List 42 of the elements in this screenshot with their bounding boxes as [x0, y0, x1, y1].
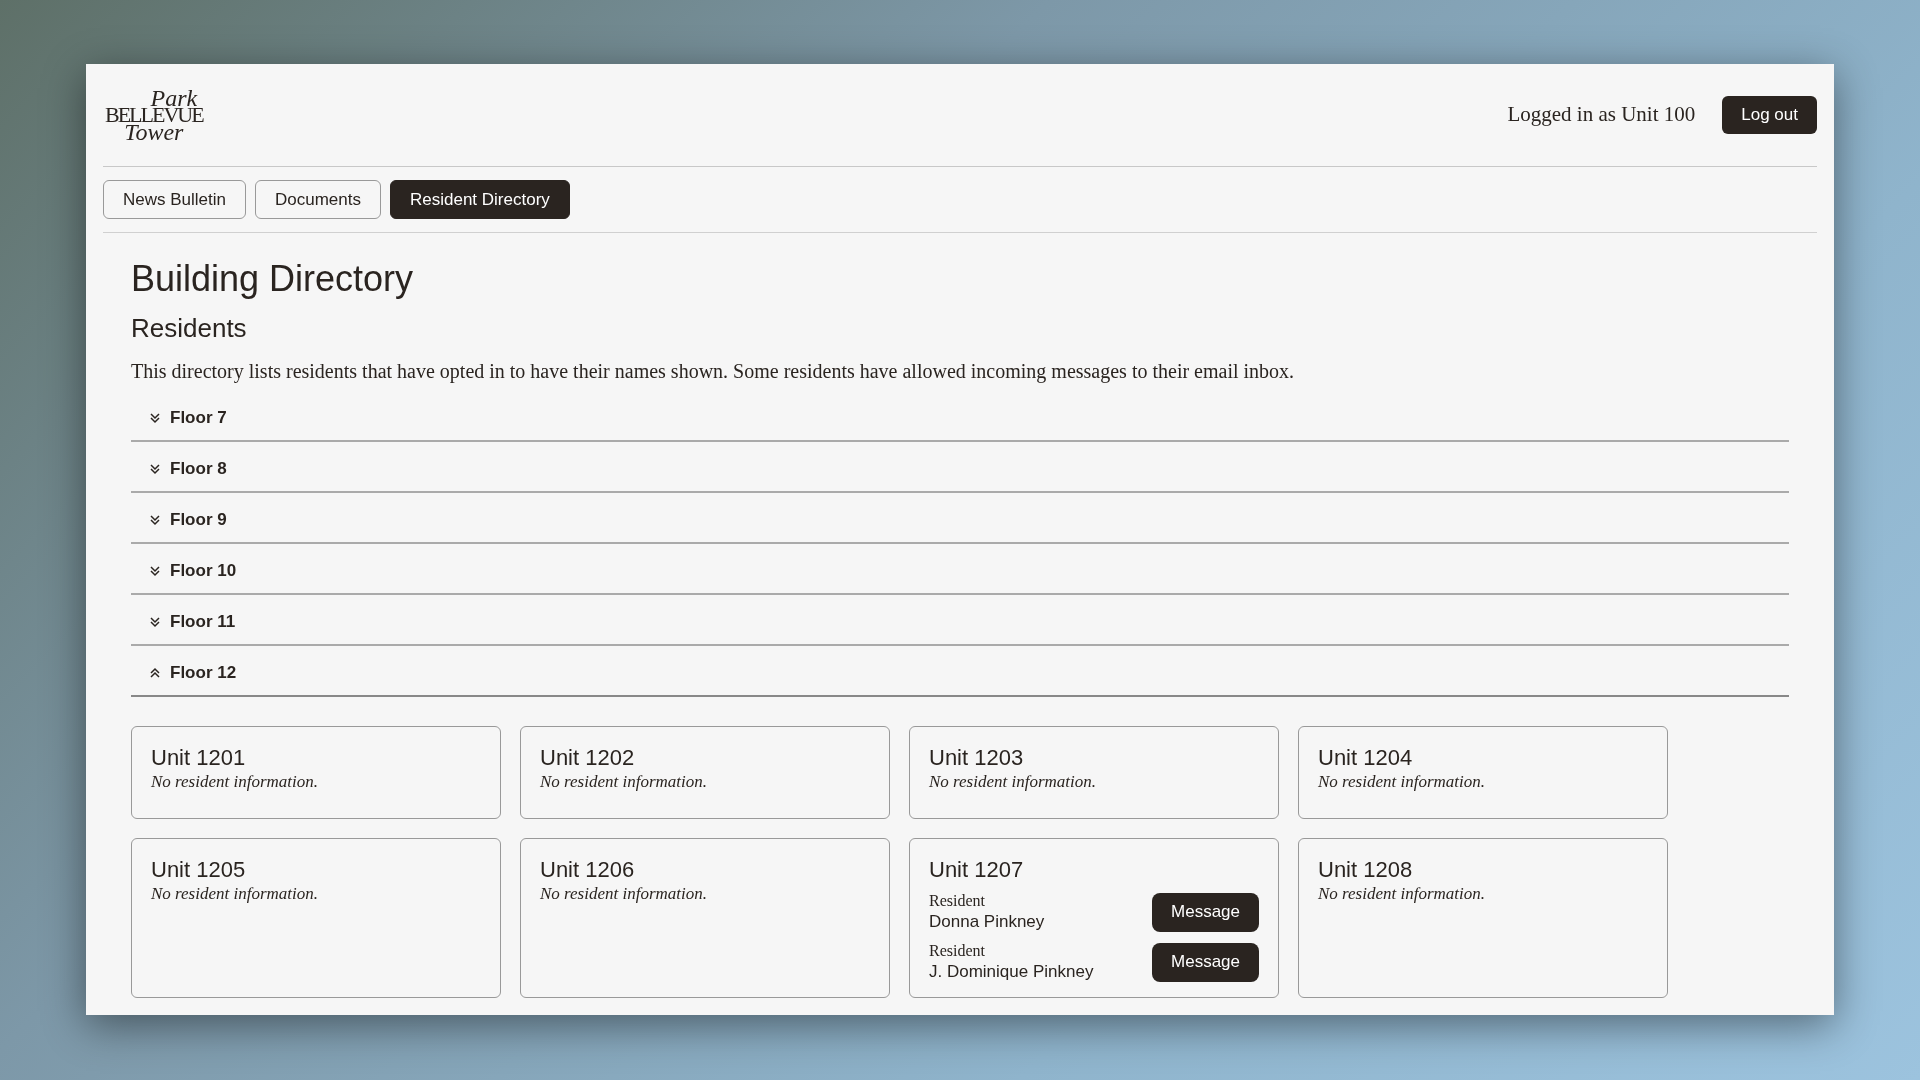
double-chevron-down-icon [149, 615, 161, 628]
empty-note: No resident information. [1318, 771, 1486, 793]
section-title: Residents [131, 312, 248, 345]
empty-note: No resident information. [1318, 883, 1486, 905]
floor-accordion-header[interactable]: Floor 10 [131, 544, 1789, 595]
unit-name: Unit 1202 [540, 745, 636, 771]
unit-name: Unit 1201 [151, 745, 247, 771]
nav-tab[interactable]: News Bulletin [103, 180, 246, 219]
logo: Park BELLEVUE Tower [104, 86, 203, 144]
logout-button[interactable]: Log out [1722, 96, 1817, 134]
resident-label: Resident [929, 941, 986, 961]
double-chevron-up-icon [149, 666, 161, 679]
double-chevron-down-icon [149, 462, 161, 475]
resident-label: Resident [929, 891, 986, 911]
page-title: Building Directory [131, 257, 415, 301]
floor-accordion-header[interactable]: Floor 8 [131, 442, 1789, 493]
directory-description: This directory lists residents that have opted in to have their names shown. Some residents have allowed incoming messages to their email inbox. [131, 359, 1296, 385]
nav-tab[interactable]: Documents [255, 180, 381, 219]
unit-name: Unit 1207 [929, 857, 1025, 883]
resident-name: Donna Pinkney [929, 911, 1045, 933]
double-chevron-down-icon [149, 411, 161, 424]
unit-name: Unit 1205 [151, 857, 247, 883]
empty-note: No resident information. [151, 771, 319, 793]
double-chevron-down-icon [149, 513, 161, 526]
floor-accordion-header[interactable]: Floor 11 [131, 595, 1789, 646]
resident-name: J. Dominique Pinkney [929, 961, 1094, 983]
unit-name: Unit 1203 [929, 745, 1025, 771]
message-button[interactable]: Message [1152, 942, 1259, 982]
unit-name: Unit 1206 [540, 857, 636, 883]
empty-note: No resident information. [929, 771, 1097, 793]
unit-name: Unit 1208 [1318, 857, 1414, 883]
empty-note: No resident information. [540, 883, 708, 905]
double-chevron-down-icon [149, 564, 161, 577]
login-status: Logged in as Unit 100 [1507, 101, 1696, 129]
nav-tab[interactable]: Resident Directory [390, 180, 570, 219]
message-button[interactable]: Message [1152, 892, 1259, 932]
empty-note: No resident information. [151, 883, 319, 905]
unit-name: Unit 1204 [1318, 745, 1414, 771]
floor-accordion-header[interactable]: Floor 7 [131, 391, 1789, 442]
floor-accordion-header[interactable]: Floor 9 [131, 493, 1789, 544]
floor-accordion-header[interactable]: Floor 12 [131, 646, 1789, 697]
empty-note: No resident information. [540, 771, 708, 793]
